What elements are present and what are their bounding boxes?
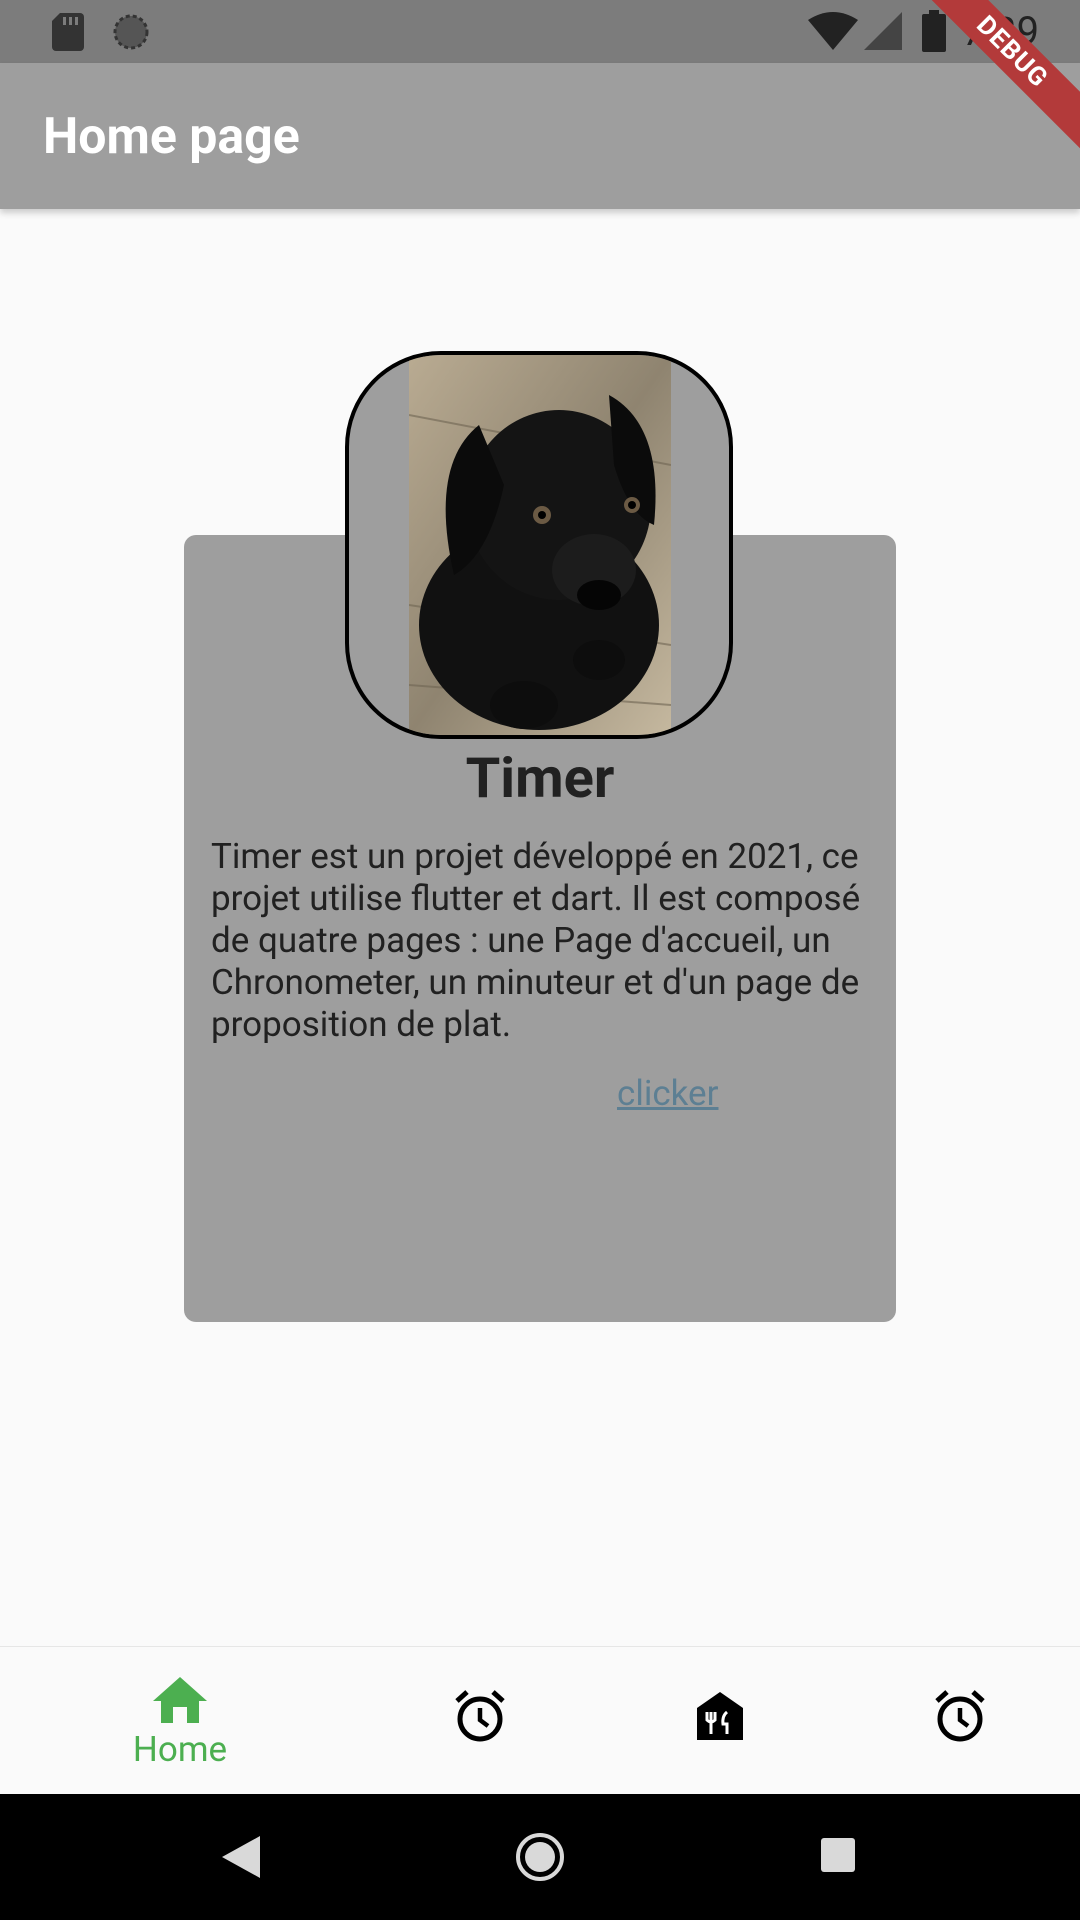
page-title: Home page bbox=[43, 108, 300, 166]
restaurant-icon bbox=[697, 1692, 743, 1740]
recents-icon[interactable] bbox=[821, 1838, 855, 1872]
battery-icon bbox=[922, 10, 946, 52]
alarm-icon bbox=[455, 1690, 505, 1742]
nav-item-restaurant[interactable] bbox=[600, 1647, 840, 1795]
nav-item-chronometer[interactable] bbox=[360, 1647, 600, 1795]
nav-label-home: Home bbox=[132, 1729, 228, 1770]
nav-item-home[interactable]: Home bbox=[60, 1647, 300, 1795]
avatar bbox=[345, 351, 733, 739]
sd-card-icon bbox=[52, 13, 84, 51]
sync-icon bbox=[113, 14, 149, 50]
home-icon bbox=[153, 1677, 207, 1723]
bottom-navigation: Home bbox=[0, 1646, 1080, 1795]
card-description: Timer est un projet développé en 2021, c… bbox=[211, 836, 861, 1045]
clicker-link[interactable]: clicker bbox=[617, 1073, 718, 1115]
system-navigation-bar bbox=[0, 1794, 1080, 1920]
home-circle-icon[interactable] bbox=[515, 1832, 565, 1882]
app-bar: Home page bbox=[0, 63, 1080, 209]
status-bar: 7:39 bbox=[0, 0, 1080, 63]
signal-icon bbox=[864, 12, 902, 50]
wifi-icon bbox=[808, 12, 858, 50]
nav-item-timer[interactable] bbox=[840, 1647, 1080, 1795]
back-icon[interactable] bbox=[222, 1836, 260, 1878]
alarm-icon bbox=[935, 1690, 985, 1742]
card-title: Timer bbox=[465, 745, 615, 811]
black-puppy-photo bbox=[409, 355, 671, 735]
